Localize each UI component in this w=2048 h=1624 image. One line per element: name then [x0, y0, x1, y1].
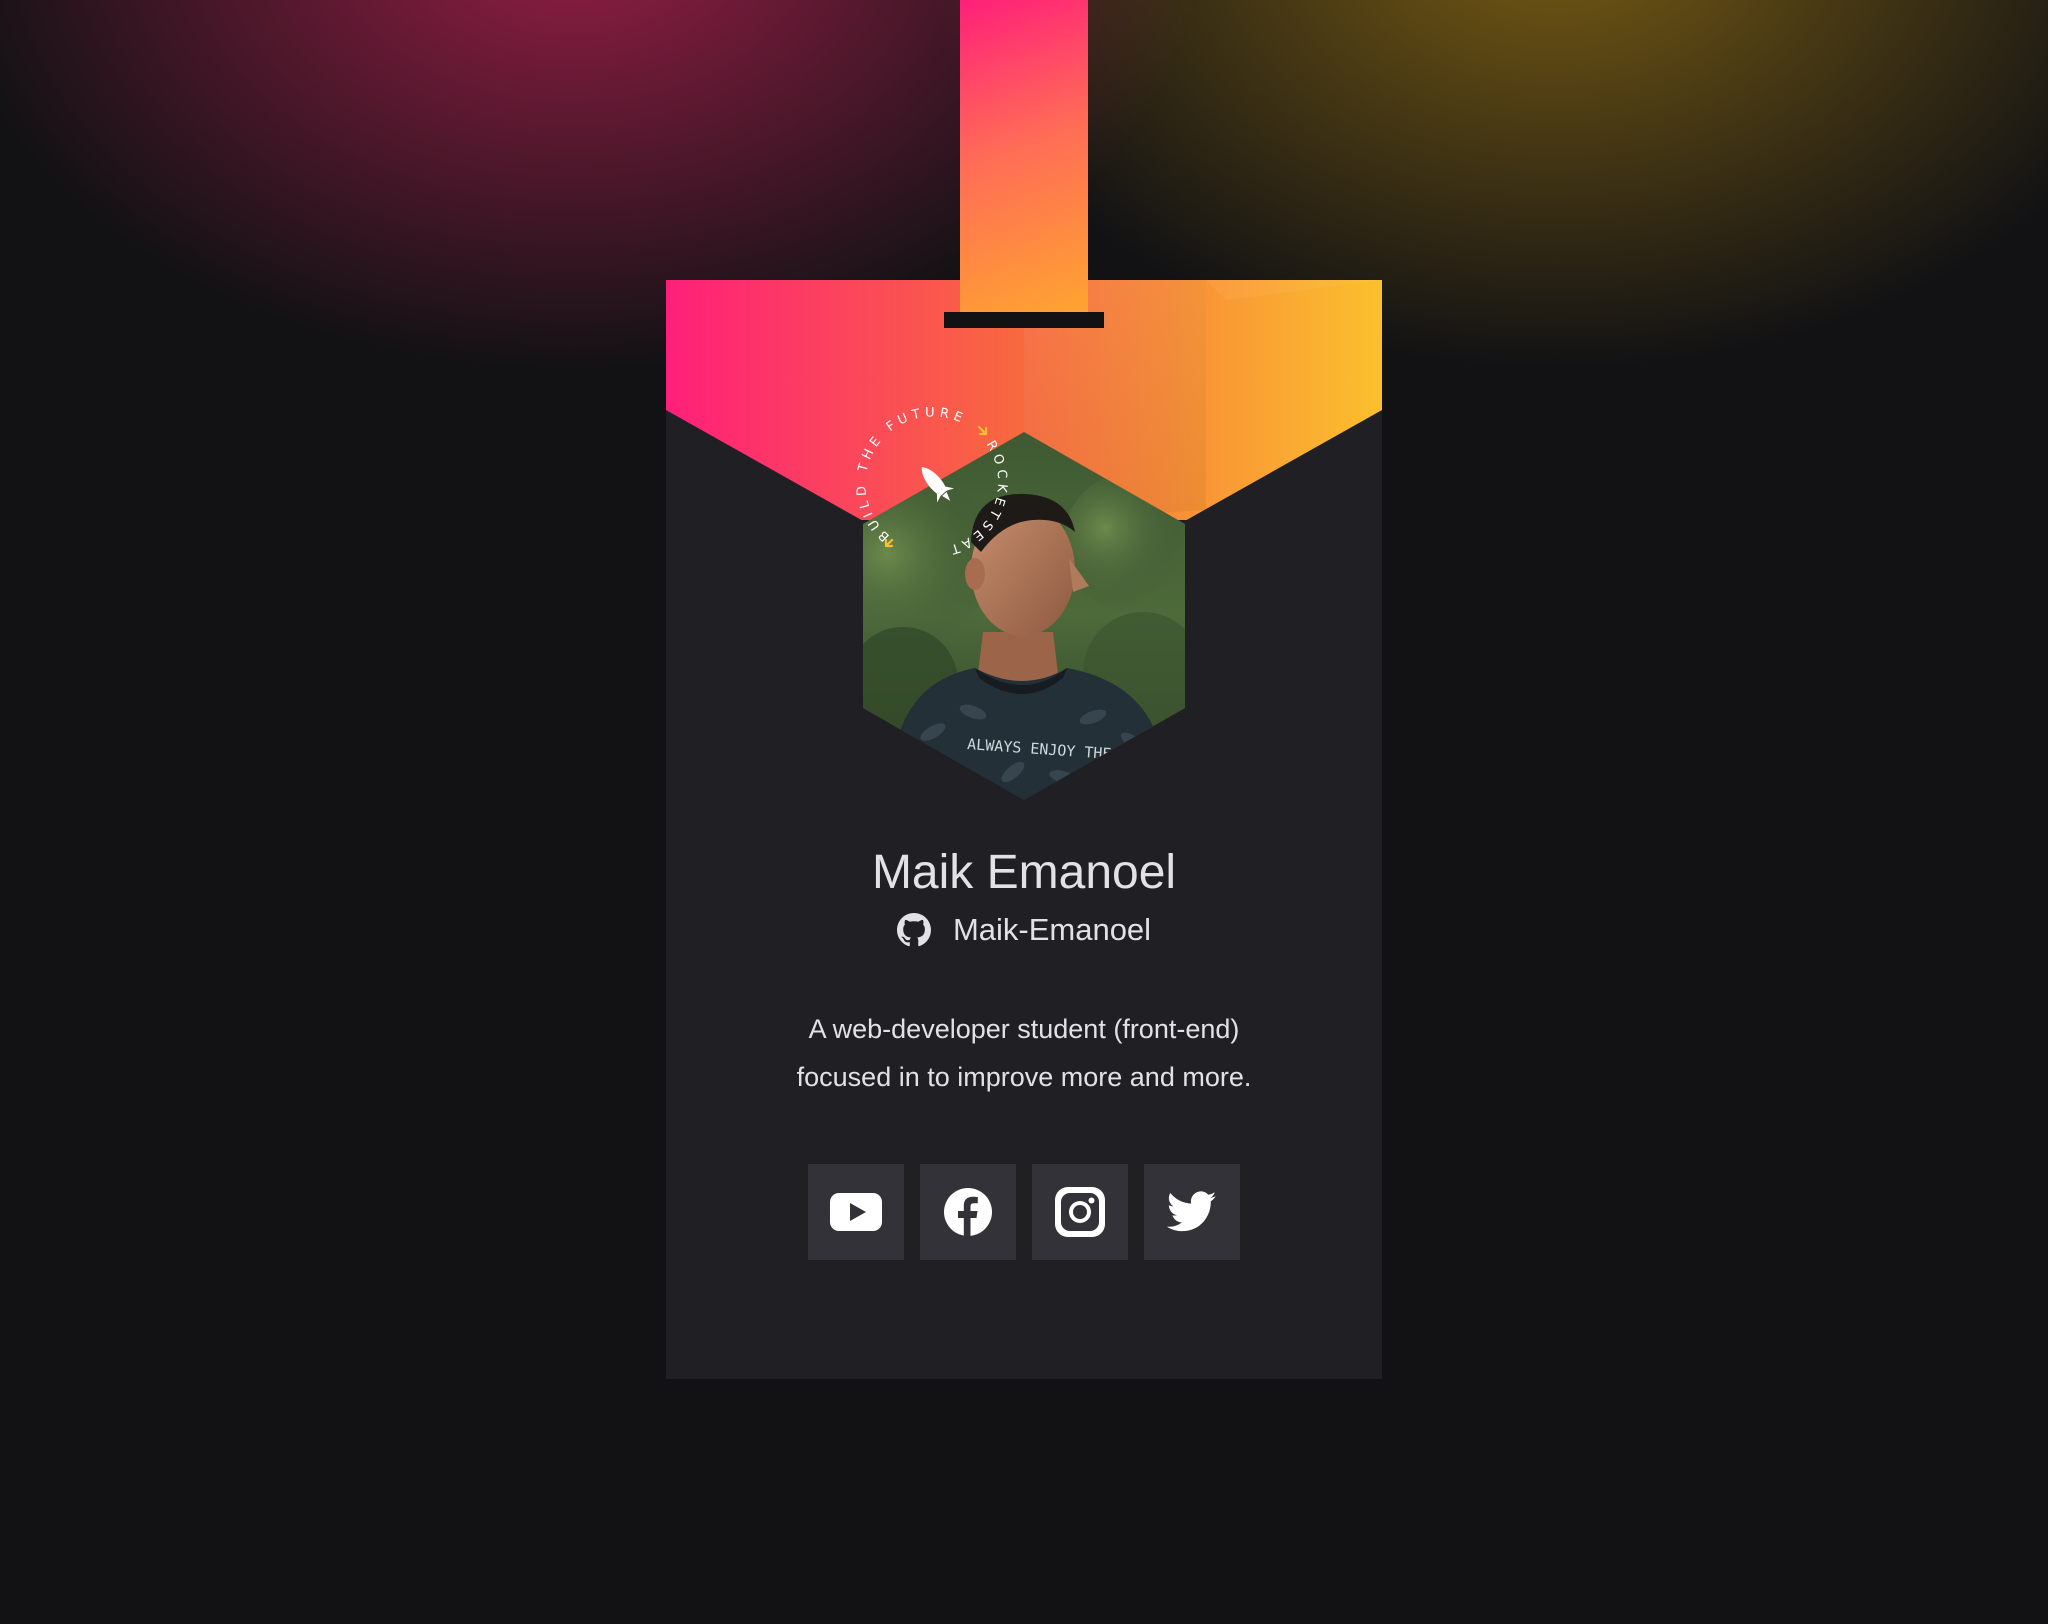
page: ALWAYS ENJOY THE BUILD THE FUTURE ROCKET… — [0, 0, 2048, 1624]
github-icon — [896, 913, 931, 947]
github-link[interactable]: Maik-Emanoel — [666, 910, 1382, 950]
badge-card: ALWAYS ENJOY THE BUILD THE FUTURE ROCKET… — [666, 280, 1382, 1379]
instagram-button[interactable] — [1032, 1164, 1128, 1260]
twitter-icon — [1167, 1191, 1217, 1232]
youtube-button[interactable] — [808, 1164, 904, 1260]
rocketseat-stamp: BUILD THE FUTURE ROCKETSEAT — [854, 405, 1010, 557]
lanyard-clip — [944, 312, 1104, 328]
profile-name: Maik Emanoel — [871, 846, 1177, 899]
bio-line-2: focused in to improve more and more. — [796, 1062, 1252, 1092]
svg-text:ROCKETSEAT: ROCKETSEAT — [945, 438, 1010, 557]
rocket-icon — [921, 467, 955, 503]
stamp-text-left: BUILD THE FUTURE — [854, 405, 964, 544]
bio: A web-developer student (front-end) focu… — [666, 1005, 1382, 1101]
social-links — [808, 1164, 1240, 1260]
lanyard-strap — [960, 0, 1088, 318]
svg-text:BUILD THE FUTURE: BUILD THE FUTURE — [854, 405, 968, 544]
youtube-icon — [830, 1193, 882, 1231]
facebook-button[interactable] — [920, 1164, 1016, 1260]
facebook-icon — [944, 1188, 992, 1237]
instagram-icon — [1055, 1187, 1105, 1237]
github-username: Maik-Emanoel — [952, 912, 1152, 947]
bio-line-1: A web-developer student (front-end) — [808, 1014, 1240, 1044]
stamp-text-right: ROCKETSEAT — [945, 438, 1005, 557]
twitter-button[interactable] — [1144, 1164, 1240, 1260]
